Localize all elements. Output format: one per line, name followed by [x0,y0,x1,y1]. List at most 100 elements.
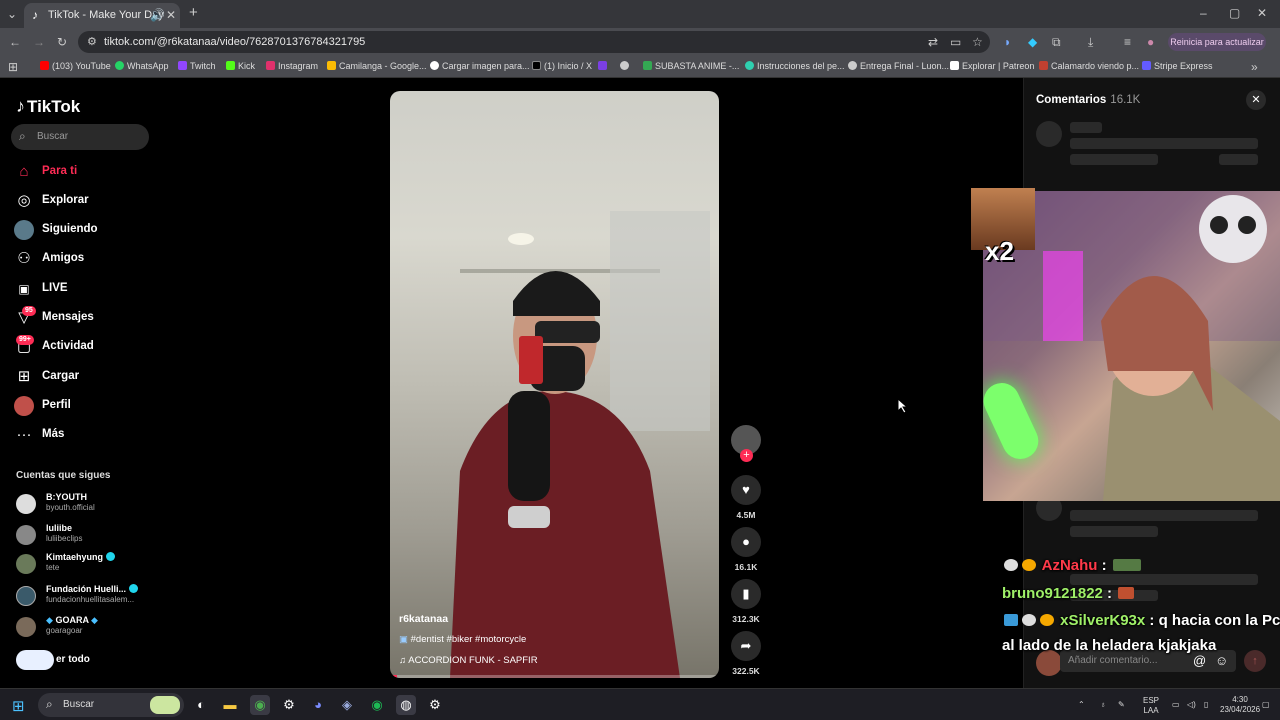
nav-item-cargar[interactable]: ⊞ Cargar [14,367,154,387]
follow-plus-icon[interactable]: + [740,449,753,462]
tab-audio-icon[interactable]: 🔊 [150,8,165,22]
bookmark-item[interactable]: Instagram [266,61,318,71]
nav-item-explorar[interactable]: ◎ Explorar [14,191,154,211]
followed-account[interactable]: Kimtaehyung tete [16,551,156,577]
followed-account[interactable]: B:YOUTH byouth.official [16,491,156,517]
extension-2-icon[interactable]: ◆ [1028,35,1037,49]
new-tab-icon[interactable]: + [189,5,198,20]
bookmark-item[interactable]: (103) YouTube [40,61,111,71]
steam-app-icon[interactable]: ◈ [337,695,357,715]
more-bookmarks-icon[interactable]: » [1251,60,1258,74]
nav-item-live[interactable]: ▣ LIVE [14,279,154,299]
extensions-puzzle-icon[interactable]: ⧉ [1052,35,1061,49]
translate-icon[interactable]: ⇄ [928,35,938,49]
chrome-app-icon[interactable]: ◉ [250,695,270,715]
copilot-app-icon[interactable]: ◐ [191,695,211,715]
bookmark-item[interactable]: Explorar | Patreon [950,61,1034,71]
settings-app-icon[interactable]: ⚙ [279,695,299,715]
bookmark-item[interactable] [620,61,632,71]
update-button[interactable]: Reinicia para actualizar [1168,33,1266,51]
back-icon[interactable]: ← [9,35,21,49]
window-close-icon[interactable]: ✕ [1257,6,1267,20]
reload-icon[interactable]: ↻ [57,35,67,49]
profile-avatar-icon[interactable]: ● [1147,35,1154,49]
network-icon[interactable]: ▭ [1172,700,1180,710]
video-hashtags[interactable]: ▣ #dentist #biker #motorcycle [399,634,526,645]
nav-item-siguiendo[interactable]: Siguiendo [14,220,154,240]
emoji-icon[interactable]: ☺ [1215,653,1228,668]
discord-app-icon[interactable]: ◕ [308,695,328,715]
volume-icon[interactable]: ◁) [1187,700,1196,710]
taskbar-search-input[interactable]: ⌕ Buscar [38,693,184,717]
apps-grid-icon[interactable]: ⊞ [8,60,18,74]
battery-icon[interactable]: ▯ [1204,700,1208,710]
nav-item-perfil[interactable]: Perfil [14,396,154,416]
search-input[interactable]: ⌕ Buscar [11,124,149,150]
mic-tray-icon[interactable]: ♁ [1100,700,1106,710]
followed-account[interactable]: luliibe luliibeclips [16,522,156,548]
video-author[interactable]: r6katanaa [399,613,448,625]
bookmark-star-icon[interactable]: ☆ [972,35,983,49]
like-button[interactable]: ♥ 4.5M [731,475,761,520]
bookmark-item[interactable]: SUBASTA ANIME -... [643,61,739,71]
author-avatar-button[interactable]: + [731,425,761,462]
bookmark-item[interactable]: (1) Inicio / X [532,61,592,71]
media-control-icon[interactable]: ≡ [1124,35,1131,49]
share-button[interactable]: ➦ 322.5K [731,631,761,676]
bookmark-favicon-icon [266,61,275,70]
comment-button[interactable]: ● 16.1K [731,527,761,572]
forward-icon[interactable]: → [33,35,45,49]
cast-icon[interactable]: ▭ [950,35,961,49]
url-input[interactable]: ⚙ tiktok.com/@r6katanaa/video/7628701376… [78,31,990,53]
tab-close-icon[interactable]: ✕ [166,8,176,22]
app-gear-icon[interactable]: ⚙ [425,695,445,715]
maximize-icon[interactable]: ▢ [1229,6,1240,20]
clock[interactable]: 4:30 23/04/2026 [1220,695,1260,715]
comment-skeleton-line [1070,138,1258,149]
bookmark-favicon-icon [643,61,652,70]
minimize-icon[interactable]: – [1200,6,1207,20]
nav-item-para-ti[interactable]: ⌂ Para ti [14,162,154,182]
bookmark-item[interactable]: Camilanga - Google... [327,61,427,71]
bookmark-item[interactable]: Kick [226,61,255,71]
pen-tray-icon[interactable]: ✎ [1118,700,1125,710]
bookmark-item[interactable]: Stripe Express [1142,61,1213,71]
bookmark-item[interactable]: Instrucciones del pe... [745,61,845,71]
browser-tab[interactable]: ♪ TikTok - Make Your Day 🔊 ✕ [24,3,180,28]
share-count: 322.5K [732,666,760,676]
tiktok-logo[interactable]: ♪ TikTok [16,96,80,117]
download-icon[interactable]: ⤓ [1088,35,1093,49]
bookmark-item[interactable]: Cargar imagen para... [430,61,530,71]
mention-icon[interactable]: @ [1193,653,1206,668]
bookmark-item[interactable]: WhatsApp [115,61,169,71]
avatar [16,617,36,637]
bookmark-item[interactable]: Twitch [178,61,216,71]
close-icon[interactable]: ✕ [1246,90,1266,110]
comment-count: 16.1K [734,562,758,572]
tray-chevron-icon[interactable]: ⌃ [1078,700,1085,710]
bookmark-item[interactable]: Calamardo viendo p... [1039,61,1139,71]
file-explorer-icon[interactable]: ▬ [220,695,240,715]
nav-item-mas[interactable]: ··· Más [14,425,154,445]
video-player[interactable]: r6katanaa ▣ #dentist #biker #motorcycle … [390,91,719,678]
bookmark-item[interactable] [598,61,610,71]
bookmark-item[interactable]: Entrega Final - Luon... [848,61,949,71]
followed-account[interactable]: Fundación Huelli... fundacionhuellitasal… [16,583,156,609]
tab-list-icon[interactable]: ⌄ [7,7,17,21]
verified-icon [129,584,139,593]
send-comment-button[interactable]: ↑ [1244,650,1266,672]
spotify-app-icon[interactable]: ◉ [367,695,387,715]
save-button[interactable]: ▮ 312.3K [731,579,761,624]
nav-item-mensajes[interactable]: ▽ 95 Mensajes [14,306,154,328]
site-info-icon[interactable]: ⚙ [87,35,97,49]
obs-app-icon[interactable]: ◍ [396,695,416,715]
notifications-icon[interactable]: ▢ [1262,700,1270,710]
nav-item-actividad[interactable]: ▢ 99+ Actividad [14,335,154,357]
video-music[interactable]: ♫ ACCORDION FUNK - SAPFIR [399,655,538,666]
nav-item-amigos[interactable]: ⚇ Amigos [14,249,154,269]
video-progress-bar[interactable] [390,675,719,678]
extension-1-icon[interactable]: ◗ [1004,35,1011,49]
followed-account[interactable]: ◆ GOARA ◆ goaragoar [16,614,156,640]
language-indicator[interactable]: ESP LAA [1143,696,1159,716]
windows-start-icon[interactable]: ⊞ [12,697,25,715]
